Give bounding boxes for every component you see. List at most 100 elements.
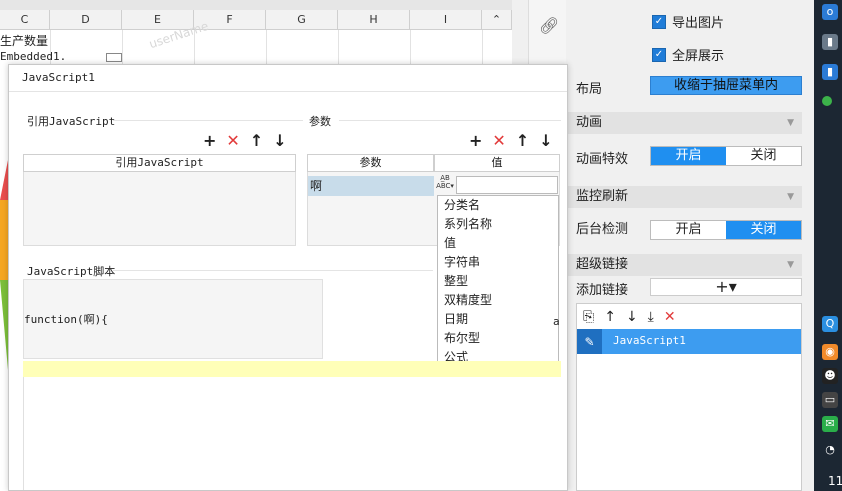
hyperlink-toolbar: ⎘ ↑ ↓ ⤓ ✕ — [577, 304, 801, 330]
taskbar: o ▮ ▮ Q ◉ ☻ ▭ ✉ ◔ 11 — [814, 0, 842, 491]
param-value-input[interactable] — [456, 176, 558, 194]
background-check-label: 后台检测 — [576, 222, 629, 237]
javascript-dialog: JavaScript1 引用JavaScript + ✕ ↑ ↓ 引用JavaS… — [8, 64, 568, 491]
script-section-title: JavaScript脚本 — [27, 265, 116, 278]
cell-widget — [106, 53, 122, 62]
qq-icon[interactable]: Q — [822, 316, 838, 332]
check-icon: ✓ — [652, 14, 666, 29]
caret-down-icon: ▼ — [787, 192, 794, 202]
move-bottom-icon[interactable]: ⤓ — [648, 309, 654, 325]
browser-icon[interactable]: ◉ — [822, 344, 838, 360]
script-header-area: function(啊){ — [23, 279, 323, 359]
caret-down-icon: ▼ — [787, 118, 794, 128]
fullscreen-checkbox[interactable]: ✓ 全屏展示 — [652, 45, 724, 64]
bg-off-button[interactable]: 关闭 — [726, 221, 801, 239]
type-option-boolean[interactable]: 布尔型 — [438, 329, 558, 348]
ref-js-column-header: 引用JavaScript — [23, 154, 296, 172]
add-link-label: 添加链接 — [576, 283, 629, 298]
monitor-section-header[interactable]: 监控刷新 ▼ — [566, 186, 802, 208]
right-edge-text: a — [553, 315, 560, 328]
section-divider — [113, 120, 303, 121]
layout-label: 布局 — [576, 82, 603, 97]
sheet-top-strip — [0, 0, 512, 10]
move-down-icon[interactable]: ↓ — [626, 309, 638, 325]
edit-pen-icon[interactable]: ✎ — [577, 329, 602, 354]
add-icon[interactable]: + — [203, 131, 216, 150]
type-option-category[interactable]: 分类名 — [438, 196, 558, 215]
device-icon[interactable]: ▭ — [822, 392, 838, 408]
chart-wedge-orange — [0, 200, 8, 280]
move-up-icon[interactable]: ↑ — [250, 131, 263, 150]
cell-c3[interactable]: Embedded1. — [0, 50, 66, 63]
hyperlink-list: ⎘ ↑ ↓ ⤓ ✕ ✎ JavaScript1 — [576, 303, 802, 491]
script-function-signature: function(啊){ — [24, 313, 108, 326]
delete-icon[interactable]: ✕ — [226, 131, 239, 150]
property-panel: ✓ 导出图片 ✓ 全屏展示 布局 收缩于抽屉菜单内 动画 ▼ 动画特效 开启 关… — [566, 0, 810, 491]
ref-js-toolbar: + ✕ ↑ ↓ — [203, 131, 287, 150]
animation-effect-toggle: 开启 关闭 — [650, 146, 802, 166]
app-icon[interactable]: ▮ — [822, 34, 838, 50]
bg-on-button[interactable]: 开启 — [651, 221, 726, 239]
animation-effect-label: 动画特效 — [576, 152, 629, 167]
clock-text: 11 — [828, 474, 842, 488]
param-value-column-header: 值 — [434, 154, 560, 172]
move-down-icon[interactable]: ↓ — [539, 131, 552, 150]
dialog-title: JavaScript1 — [22, 71, 95, 84]
add-link-button[interactable]: +▾ — [650, 278, 802, 296]
move-up-icon[interactable]: ↑ — [516, 131, 529, 150]
column-header-c[interactable]: C — [0, 10, 50, 30]
export-image-checkbox[interactable]: ✓ 导出图片 — [652, 12, 724, 31]
chevron-up-icon[interactable]: ⌃ — [492, 13, 501, 26]
delete-icon[interactable]: ✕ — [664, 309, 676, 325]
type-option-series[interactable]: 系列名称 — [438, 215, 558, 234]
penguin-icon[interactable]: ☻ — [822, 368, 838, 384]
wechat-icon[interactable]: ✉ — [822, 416, 838, 432]
delete-icon[interactable]: ✕ — [492, 131, 505, 150]
window-icon[interactable]: ▮ — [822, 64, 838, 80]
column-header-g[interactable]: G — [266, 10, 338, 30]
add-icon[interactable]: + — [469, 131, 482, 150]
ref-js-section-title: 引用JavaScript — [27, 115, 116, 128]
column-header-d[interactable]: D — [50, 10, 122, 30]
fullscreen-label: 全屏展示 — [672, 49, 725, 64]
column-header-i[interactable]: I — [410, 10, 482, 30]
type-option-date[interactable]: 日期 — [438, 310, 558, 329]
check-icon: ✓ — [652, 47, 666, 62]
type-selector-icon[interactable]: A̲B ABC▾ — [435, 174, 455, 194]
animation-section-header[interactable]: 动画 ▼ — [566, 112, 802, 134]
hyperlink-section-title: 超级链接 — [576, 257, 629, 272]
outlook-icon[interactable]: o — [822, 4, 838, 20]
type-option-integer[interactable]: 整型 — [438, 272, 558, 291]
section-divider — [113, 270, 433, 271]
type-dropdown-list: 分类名 系列名称 值 字符串 整型 双精度型 日期 布尔型 公式 — [437, 195, 559, 367]
script-editor[interactable] — [23, 377, 562, 490]
type-option-double[interactable]: 双精度型 — [438, 291, 558, 310]
move-up-icon[interactable]: ↑ — [604, 309, 616, 325]
animation-on-button[interactable]: 开启 — [651, 147, 726, 165]
column-header-h[interactable]: H — [338, 10, 410, 30]
column-header-scroll: ⌃ — [482, 10, 512, 30]
param-toolbar: + ✕ ↑ ↓ — [469, 131, 553, 150]
param-section-title: 参数 — [309, 115, 331, 128]
copy-icon[interactable]: ⎘ — [583, 309, 594, 325]
layout-select[interactable]: 收缩于抽屉菜单内 — [650, 76, 802, 95]
move-down-icon[interactable]: ↓ — [273, 131, 286, 150]
animation-off-button[interactable]: 关闭 — [726, 147, 801, 165]
status-dot-icon — [822, 96, 832, 106]
caret-down-icon: ▼ — [787, 260, 794, 270]
background-check-toggle: 开启 关闭 — [650, 220, 802, 240]
hyperlink-item[interactable]: ✎ JavaScript1 — [577, 329, 801, 354]
monitor-section-title: 监控刷新 — [576, 189, 629, 204]
link-icon[interactable]: 🔗︎ — [539, 16, 559, 35]
cell-c2[interactable]: 生产数量 — [0, 32, 48, 49]
script-editor-highlight-line[interactable] — [23, 361, 561, 377]
type-option-value[interactable]: 值 — [438, 234, 558, 253]
type-option-string[interactable]: 字符串 — [438, 253, 558, 272]
param-name-cell[interactable]: 啊 — [308, 176, 434, 196]
animation-section-title: 动画 — [576, 115, 603, 130]
wifi-icon[interactable]: ◔ — [822, 442, 838, 458]
section-divider — [339, 120, 561, 121]
hyperlink-section-header[interactable]: 超级链接 ▼ — [566, 254, 802, 276]
param-name-column-header: 参数 — [307, 154, 434, 172]
title-divider — [9, 91, 567, 92]
